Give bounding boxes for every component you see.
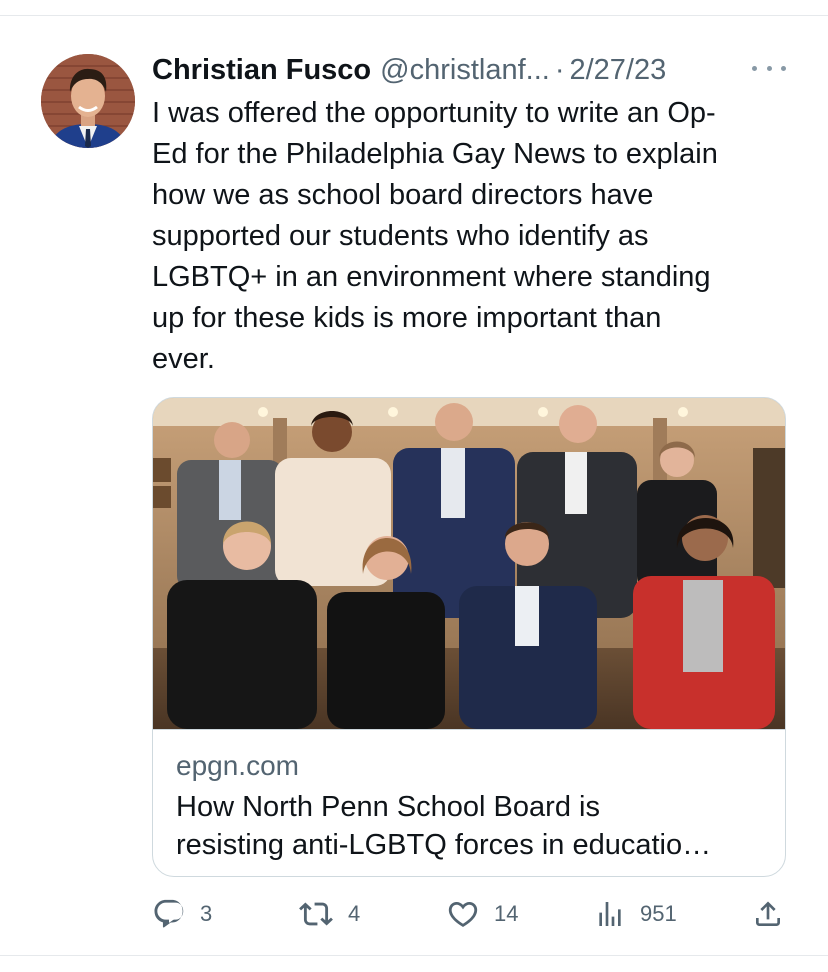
- card-divider: [153, 729, 785, 730]
- share-button[interactable]: [752, 894, 784, 934]
- card-image[interactable]: [153, 398, 786, 729]
- like-button[interactable]: 14: [446, 894, 518, 934]
- share-icon: [756, 901, 780, 926]
- card-domain[interactable]: epgn.com: [176, 750, 299, 782]
- more-dot: [781, 65, 786, 71]
- tweet-date[interactable]: 2/27/23: [569, 54, 666, 87]
- like-count: 14: [494, 901, 519, 926]
- retweet-icon: [299, 902, 333, 926]
- header-separator: ·: [554, 53, 565, 86]
- views-button[interactable]: 951: [594, 894, 677, 934]
- retweet-count: 4: [348, 901, 361, 926]
- author-name[interactable]: Christian Fusco: [152, 54, 371, 87]
- reply-button[interactable]: 3: [152, 894, 212, 934]
- views-icon: [599, 902, 621, 926]
- more-dot: [766, 65, 772, 71]
- card-title[interactable]: How North Penn School Board is resisting…: [176, 788, 766, 864]
- tweet-text: I was offered the opportunity to write a…: [152, 97, 718, 375]
- bottom-divider: [0, 955, 828, 956]
- top-divider: [0, 15, 828, 16]
- author-handle[interactable]: @christlanf...: [380, 54, 550, 87]
- reply-icon: [154, 899, 184, 928]
- more-dot: [752, 65, 757, 71]
- heart-icon: [448, 901, 478, 927]
- avatar-photo: [41, 54, 135, 148]
- more-icon[interactable]: [752, 62, 786, 74]
- tweet-actions: 3 4 14 951: [0, 894, 828, 934]
- retweet-button[interactable]: 4: [298, 894, 360, 934]
- tweet-header: Christian Fusco @christlanf... · 2/27/23: [152, 50, 802, 90]
- author-avatar[interactable]: [41, 54, 135, 148]
- views-count: 951: [640, 901, 677, 926]
- link-card[interactable]: epgn.com How North Penn School Board is …: [152, 397, 786, 877]
- reply-count: 3: [200, 901, 213, 926]
